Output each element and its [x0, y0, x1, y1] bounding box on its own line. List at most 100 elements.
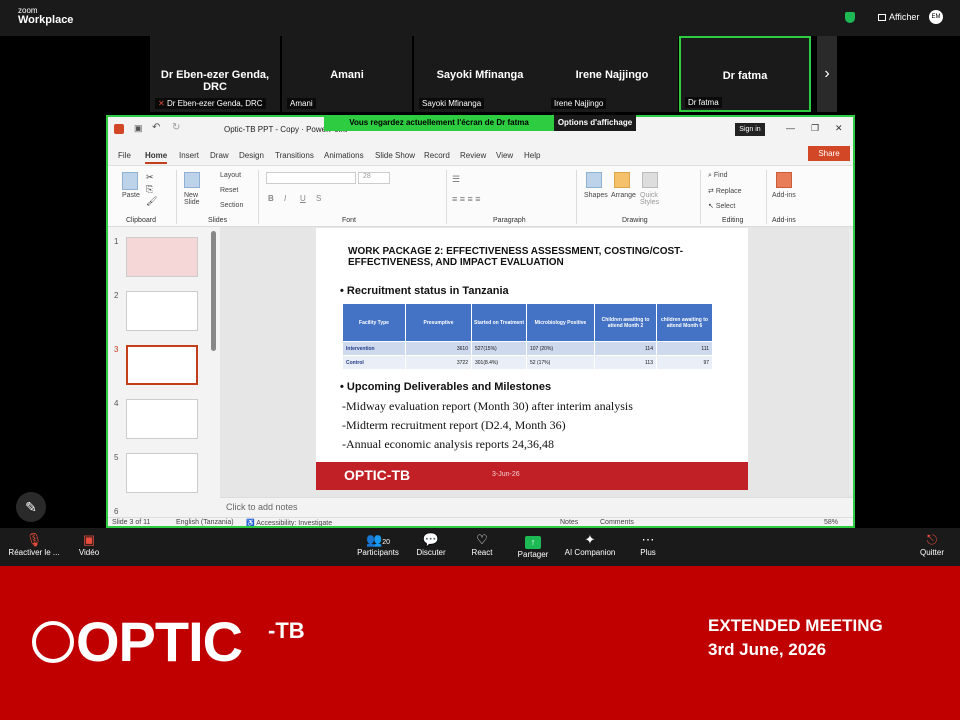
undo-icon[interactable]: ↶	[152, 122, 160, 133]
chat-button[interactable]: 💬 Discuter	[414, 532, 448, 557]
tab-review[interactable]: Review	[460, 151, 486, 160]
share-button[interactable]: Share	[808, 146, 850, 161]
ai-companion-button[interactable]: ✦ AI Companion	[562, 532, 618, 557]
avatar[interactable]: EM	[929, 10, 943, 24]
arrange-label: Arrange	[611, 192, 636, 199]
table-cell: 107 (20%)	[526, 341, 595, 356]
unmute-button[interactable]: 🎙 Réactiver le ...	[6, 532, 62, 557]
more-button[interactable]: ⋯ Plus	[634, 532, 662, 557]
tab-design[interactable]: Design	[239, 151, 264, 160]
canvas-scrollbar[interactable]	[849, 229, 853, 495]
participants-button[interactable]: 👥20 Participants	[356, 532, 400, 557]
leave-button[interactable]: ⎋ Quitter	[916, 532, 948, 557]
new-slide-label[interactable]: New Slide	[184, 192, 204, 206]
language-status[interactable]: English (Tanzania)	[176, 519, 234, 526]
slide-canvas: WORK PACKAGE 2: EFFECTIVENESS ASSESSMENT…	[220, 227, 853, 497]
find-button[interactable]: ⌕ Find	[708, 172, 728, 180]
slide-thumbnail[interactable]	[126, 453, 198, 493]
table-header: Presumptive	[405, 303, 472, 342]
table-header: Facility Type	[342, 303, 406, 342]
bullets-icon[interactable]: ☰	[452, 174, 460, 185]
tab-home[interactable]: Home	[145, 151, 168, 164]
save-icon[interactable]: ▣	[134, 123, 143, 134]
comments-toggle[interactable]: Comments	[600, 519, 634, 526]
arrange-icon[interactable]	[614, 172, 630, 188]
reset-button[interactable]: Reset	[220, 187, 238, 194]
accessibility-status[interactable]: ♿ Accessibility: Investigate	[246, 519, 332, 526]
align-icon[interactable]: ≡ ≡ ≡ ≡	[452, 194, 481, 204]
participant-name: Irene Najjingo	[575, 69, 649, 81]
paste-icon[interactable]	[122, 172, 138, 190]
react-button[interactable]: ♡ React	[466, 532, 498, 557]
tab-view[interactable]: View	[496, 151, 513, 160]
copy-icon[interactable]: ⎘	[146, 184, 153, 195]
tab-file[interactable]: File	[118, 151, 131, 160]
minimize-icon[interactable]: —	[786, 123, 795, 133]
redo-icon[interactable]: ↻	[172, 122, 180, 133]
current-slide[interactable]: WORK PACKAGE 2: EFFECTIVENESS ASSESSMENT…	[316, 228, 748, 490]
zoom-top-bar: zoom Workplace Afficher EM	[0, 0, 960, 36]
participant-tag: Irene Najjingo	[551, 98, 607, 109]
slide-thumbnail[interactable]	[126, 237, 198, 277]
annotate-pencil-icon[interactable]: ✎	[16, 492, 46, 522]
italic-icon[interactable]: I	[284, 194, 286, 203]
notes-pane[interactable]: Click to add notes	[220, 497, 853, 517]
slide-thumbnail-selected[interactable]	[126, 345, 198, 385]
tab-draw[interactable]: Draw	[210, 151, 229, 160]
video-button[interactable]: ▣ Vidéo	[74, 532, 104, 557]
table-cell: Intervention	[342, 341, 406, 356]
font-size-select[interactable]: 28	[358, 172, 390, 184]
tab-help[interactable]: Help	[524, 151, 540, 160]
shapes-icon[interactable]	[586, 172, 602, 188]
group-add-ins: Add-ins	[772, 217, 796, 224]
deliverable-line: -Midterm recruitment report (D2.4, Month…	[342, 418, 566, 432]
recruitment-table: Facility Type Presumptive Started on Tre…	[342, 303, 713, 370]
footer-logo: OPTIC-TB	[344, 467, 411, 483]
table-header: Started on Treatment	[471, 303, 527, 342]
sparkle-icon: ✦	[584, 532, 596, 547]
sign-in-button[interactable]: Sign in	[735, 123, 765, 136]
underline-icon[interactable]: U	[300, 194, 306, 203]
chat-icon: 💬	[422, 532, 440, 547]
participant-tile-active[interactable]: Dr fatma Dr fatma	[679, 36, 811, 112]
tab-animations[interactable]: Animations	[324, 151, 364, 160]
new-slide-icon[interactable]	[184, 172, 200, 188]
thumbnail-scrollbar[interactable]	[211, 231, 216, 351]
tab-record[interactable]: Record	[424, 151, 450, 160]
tab-insert[interactable]: Insert	[179, 151, 199, 160]
font-name-select[interactable]	[266, 172, 356, 184]
participant-tile[interactable]: Irene Najjingo Irene Najjingo	[546, 36, 678, 112]
select-button[interactable]: ↖ Select	[708, 202, 735, 210]
strikethrough-icon[interactable]: S	[316, 194, 321, 203]
add-ins-icon[interactable]	[776, 172, 792, 188]
share-screen-button[interactable]: ↑ Partager	[514, 532, 552, 559]
zoom-meeting-toolbar: 🎙 Réactiver le ... ▣ Vidéo 👥20 Participants…	[0, 528, 960, 566]
quick-styles-label: Quick Styles	[640, 192, 660, 206]
view-options-button[interactable]: Options d'affichage	[554, 115, 636, 131]
notes-toggle[interactable]: Notes	[560, 519, 578, 526]
paste-label: Paste	[122, 192, 140, 199]
bold-icon[interactable]: B	[268, 194, 274, 203]
next-page-chevron-icon[interactable]: ›	[817, 36, 837, 112]
format-painter-icon[interactable]: 🖌	[146, 196, 157, 207]
view-button[interactable]: Afficher	[878, 12, 919, 22]
quick-styles-icon[interactable]	[642, 172, 658, 188]
close-icon[interactable]: ✕	[835, 123, 843, 134]
encryption-shield-icon[interactable]	[845, 12, 855, 23]
replace-button[interactable]: ⇄ Replace	[708, 187, 742, 195]
table-cell: 114	[594, 341, 657, 356]
participant-tile[interactable]: Sayoki Mfinanga Sayoki Mfinanga	[414, 36, 546, 112]
tab-transitions[interactable]: Transitions	[275, 151, 314, 160]
participant-tile[interactable]: Amani Amani	[282, 36, 412, 112]
table-row: Control 3722 301(8.4%) 52 (17%) 113 97	[342, 355, 713, 370]
zoom-level[interactable]: 58%	[824, 519, 838, 526]
slide-thumbnail[interactable]	[126, 399, 198, 439]
tab-slideshow[interactable]: Slide Show	[375, 151, 415, 160]
participant-tile[interactable]: Dr Eben-ezer Genda, DRC ✕ Dr Eben-ezer G…	[150, 36, 280, 112]
section-button[interactable]: Section	[220, 202, 243, 209]
layout-button[interactable]: Layout	[220, 172, 241, 179]
maximize-icon[interactable]: ❐	[811, 123, 819, 134]
table-header: children awaiting to attend Month 6	[656, 303, 713, 342]
slide-thumbnail[interactable]	[126, 291, 198, 331]
cut-icon[interactable]: ✂	[146, 172, 154, 183]
